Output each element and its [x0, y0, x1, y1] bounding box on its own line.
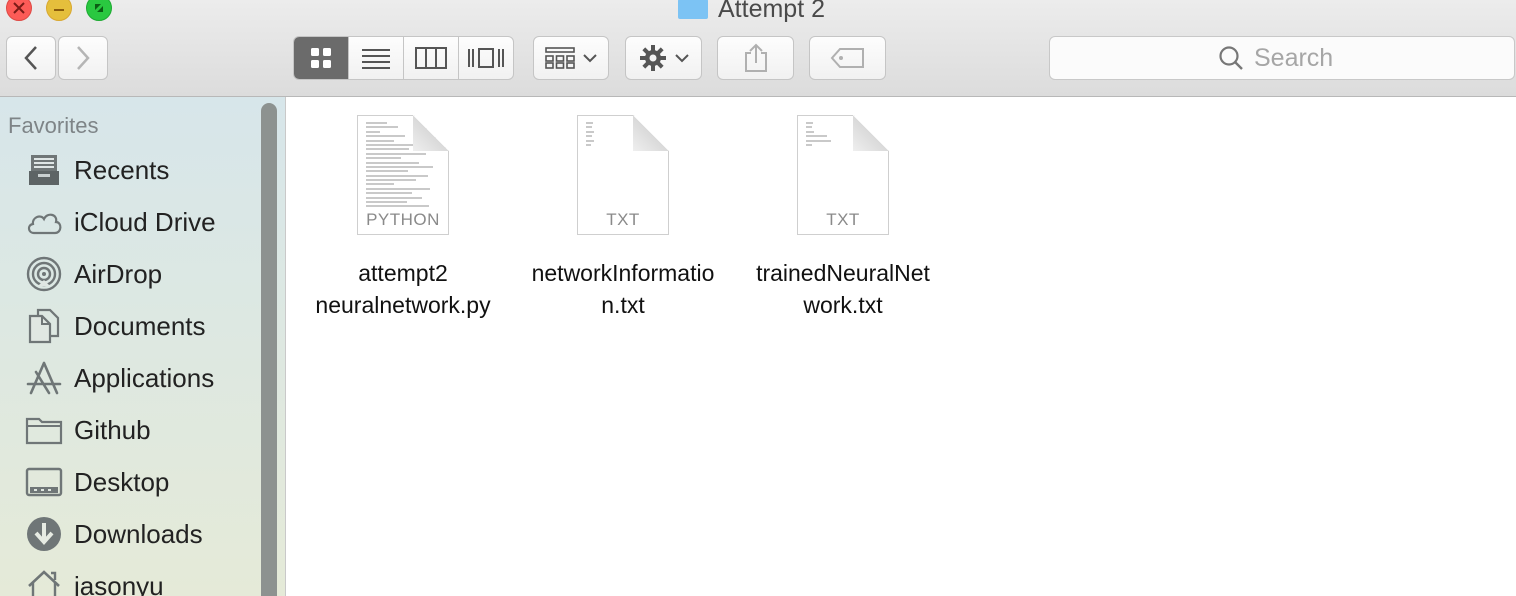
search-field[interactable]: [1049, 36, 1515, 80]
grid-icon: [311, 48, 331, 68]
cover-flow-icon: [468, 48, 504, 68]
arrange-grid-icon: [545, 47, 575, 69]
python-file-icon: PYTHON: [357, 115, 449, 235]
home-icon: [25, 567, 63, 596]
sidebar-item-label: Documents: [74, 310, 206, 341]
text-file-icon: TXT: [797, 115, 889, 235]
sidebar-item-documents[interactable]: Documents: [0, 301, 260, 351]
sidebar-item-label: Downloads: [74, 518, 203, 549]
share-button[interactable]: [717, 36, 794, 80]
minimize-icon: [54, 9, 64, 11]
text-file-icon: TXT: [577, 115, 669, 235]
list-icon: [362, 49, 390, 69]
file-name: networkInformatio n.txt: [513, 257, 733, 321]
airdrop-icon: [25, 255, 63, 293]
sidebar: Favorites Recents iCloud Drive AirDrop D…: [0, 97, 286, 596]
tags-button[interactable]: [809, 36, 886, 80]
file-name: attempt2 neuralnetwork.py: [293, 257, 513, 321]
finder-window: Attempt 2 Search Favorites Recents iClou…: [0, 0, 1516, 596]
column-view-button[interactable]: [403, 37, 458, 79]
folder-icon: [25, 411, 63, 449]
sidebar-item-downloads[interactable]: Downloads: [0, 509, 260, 559]
page-curl: [633, 115, 669, 151]
page-curl: [853, 115, 889, 151]
documents-icon: [25, 307, 63, 345]
chevron-right-icon: [77, 46, 90, 70]
columns-icon: [415, 47, 447, 69]
sidebar-heading-favorites: Favorites: [8, 113, 99, 138]
file-extension-label: TXT: [826, 210, 860, 229]
minimize-window-button[interactable]: [46, 0, 72, 21]
desktop-icon: [25, 463, 63, 501]
cover-flow-view-button[interactable]: [458, 37, 513, 79]
zoom-window-button[interactable]: [86, 0, 112, 21]
close-icon: [13, 2, 25, 14]
chevron-left-icon: [24, 46, 37, 70]
view-mode-control: [293, 36, 514, 80]
file-item[interactable]: PYTHON attempt2 neuralnetwork.py: [293, 115, 513, 321]
file-name-line: attempt2: [358, 260, 448, 286]
applications-icon: [25, 359, 63, 397]
sidebar-item-desktop[interactable]: Desktop: [0, 457, 260, 507]
sidebar-scrollbar[interactable]: [261, 103, 277, 596]
list-view-button[interactable]: [348, 37, 403, 79]
chevron-down-icon: [674, 54, 689, 63]
fullscreen-icon: [95, 4, 103, 12]
sidebar-item-airdrop[interactable]: AirDrop: [0, 249, 260, 299]
search-input[interactable]: [1252, 42, 1346, 74]
chevron-down-icon: [583, 54, 597, 63]
sidebar-item-label: jasonyu: [74, 570, 164, 596]
toolbar: Attempt 2: [0, 0, 1516, 97]
sidebar-item-icloud-drive[interactable]: iCloud Drive: [0, 197, 260, 247]
file-icon-view: PYTHON attempt2 neuralnetwork.py TXT net…: [286, 97, 1516, 596]
icon-view-button[interactable]: [294, 37, 348, 79]
arrange-button[interactable]: [533, 36, 609, 80]
action-button[interactable]: [625, 36, 702, 80]
page-curl: [413, 115, 449, 151]
close-window-button[interactable]: [6, 0, 32, 21]
file-item[interactable]: TXT networkInformatio n.txt: [513, 115, 733, 321]
forward-button[interactable]: [58, 36, 108, 80]
file-name: trainedNeuralNet work.txt: [733, 257, 953, 321]
window-title: Attempt 2: [678, 0, 825, 24]
sidebar-item-recents[interactable]: Recents: [0, 145, 260, 195]
file-name-line: neuralnetwork.py: [315, 292, 491, 318]
sidebar-item-label: AirDrop: [74, 258, 163, 289]
file-name-line: trainedNeuralNet: [756, 260, 930, 286]
file-extension-label: TXT: [606, 210, 640, 229]
folder-icon: [678, 0, 708, 19]
sidebar-item-github[interactable]: Github: [0, 405, 260, 455]
downloads-icon: [25, 515, 63, 553]
file-name-line: networkInformatio: [531, 260, 715, 286]
tag-icon: [830, 48, 864, 68]
sidebar-item-label: Applications: [74, 362, 215, 393]
share-icon: [744, 43, 767, 72]
sidebar-item-label: iCloud Drive: [74, 206, 216, 237]
gear-icon: [639, 45, 666, 71]
file-extension-label: PYTHON: [366, 210, 440, 229]
recents-icon: [25, 151, 63, 189]
search-icon: [1219, 46, 1243, 70]
icloud-icon: [25, 203, 63, 241]
window-title-text: Attempt 2: [718, 0, 825, 23]
sidebar-item-applications[interactable]: Applications: [0, 353, 260, 403]
back-button[interactable]: [6, 36, 56, 80]
file-name-line: work.txt: [803, 292, 883, 318]
file-item[interactable]: TXT trainedNeuralNet work.txt: [733, 115, 953, 321]
sidebar-item-home[interactable]: jasonyu: [0, 561, 260, 596]
file-name-line: n.txt: [601, 292, 645, 318]
sidebar-item-label: Recents: [74, 154, 170, 185]
sidebar-item-label: Desktop: [74, 466, 170, 497]
sidebar-item-label: Github: [74, 414, 151, 445]
